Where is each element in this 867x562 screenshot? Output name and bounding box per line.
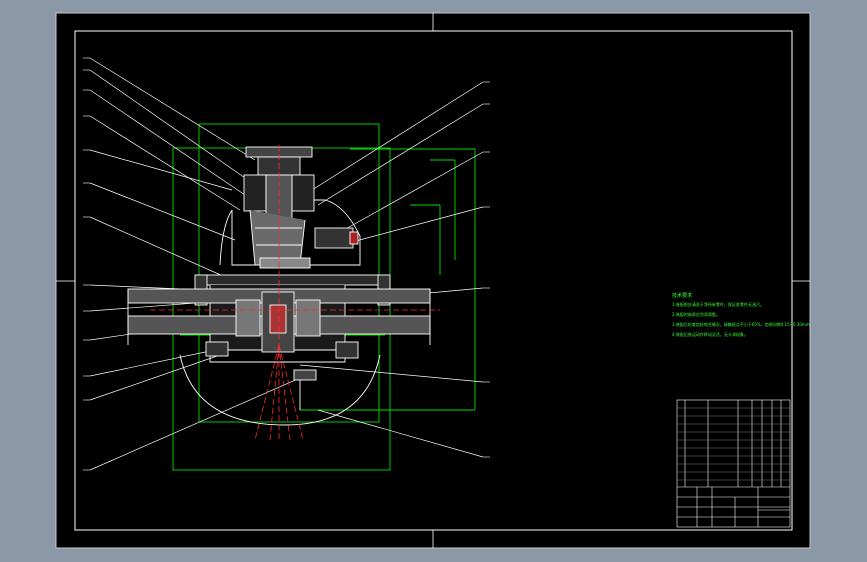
- inner-frame: [74, 30, 793, 531]
- title-block: [676, 399, 791, 528]
- technical-note: 3.装配后检查齿轮啮合情况，接触斑点不小于65%，齿侧间隙0.15~0.30mm…: [672, 322, 814, 327]
- cad-drawing: [55, 12, 811, 549]
- technical-note: 4.装配后各运动件转动灵活，无卡滞现象。: [672, 332, 748, 337]
- leader-lines-right: [299, 81, 484, 458]
- technical-note: 1.装配前应清洗干净所有零件，保证各零件无油污。: [672, 302, 764, 307]
- frame-tick-marks: [56, 13, 810, 548]
- parts-list-rows: [677, 407, 790, 481]
- outer-frame: [55, 12, 811, 549]
- technical-note: 2.装配时轴承应涂润滑脂。: [672, 312, 720, 317]
- technical-notes-title: 技术要求: [672, 293, 693, 299]
